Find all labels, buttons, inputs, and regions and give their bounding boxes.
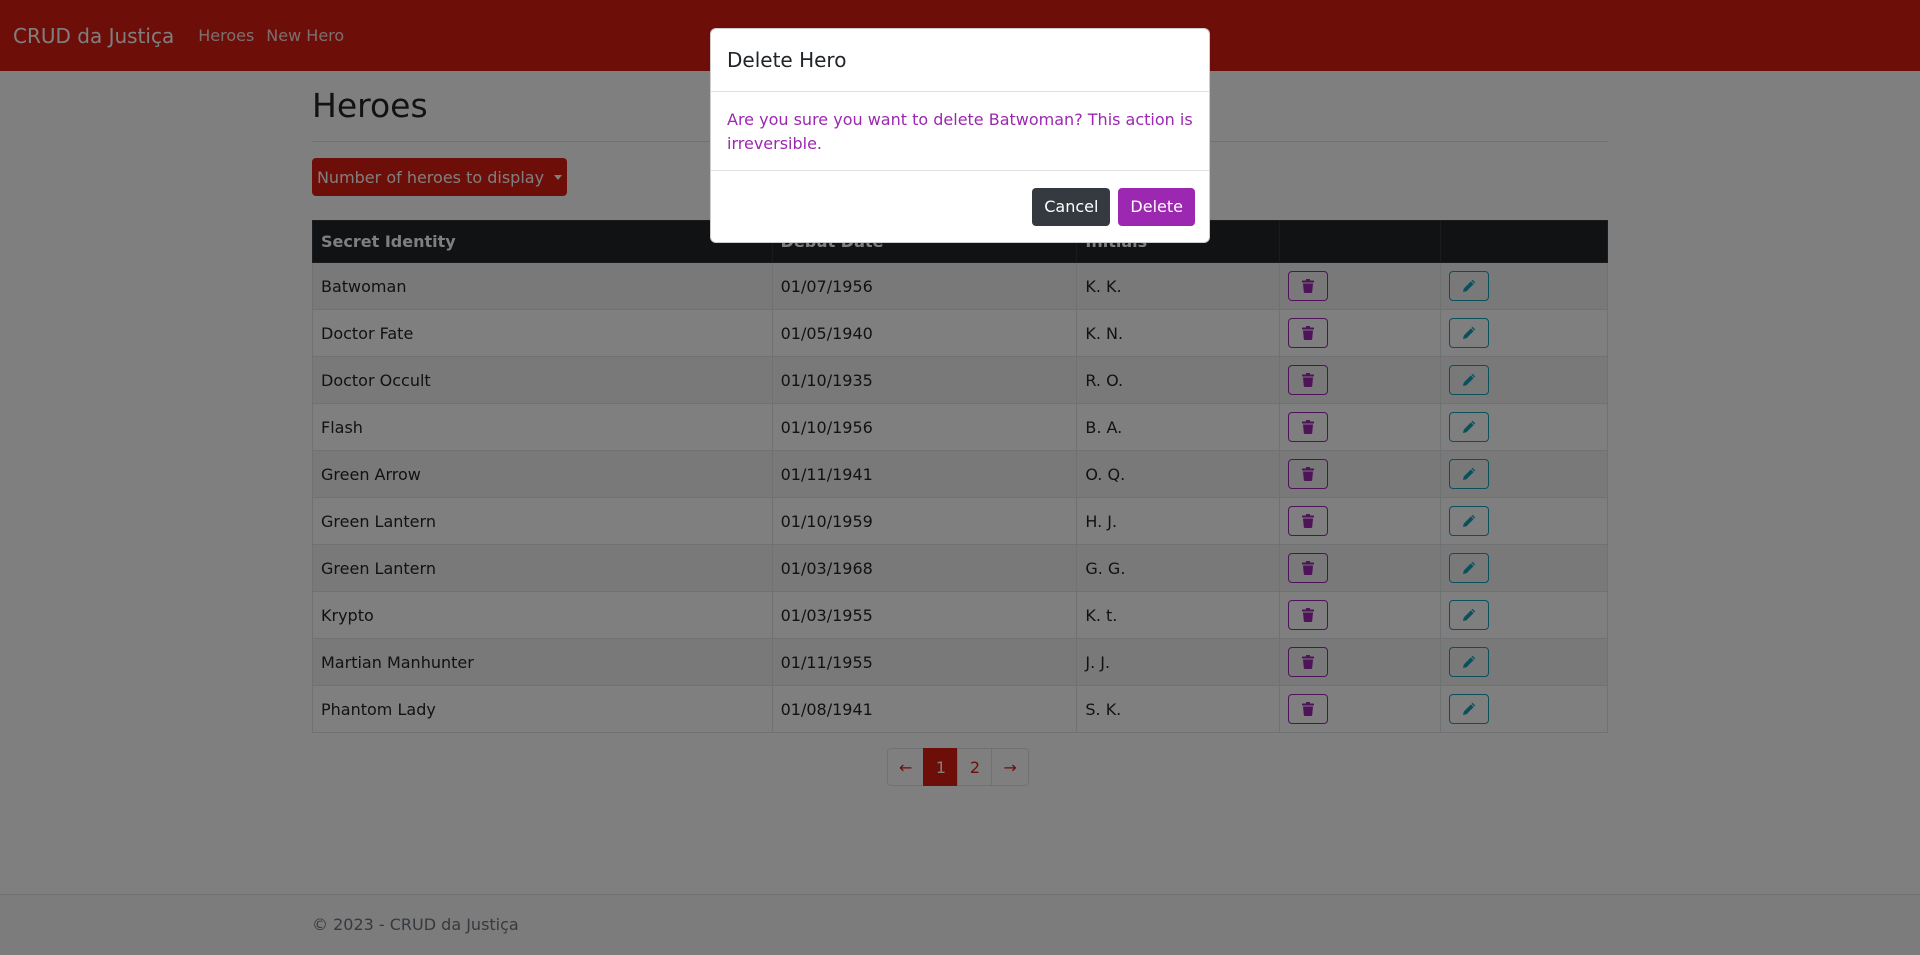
confirm-delete-button[interactable]: Delete	[1118, 187, 1195, 226]
delete-hero-modal: Delete Hero Are you sure you want to del…	[710, 28, 1210, 243]
cancel-button[interactable]: Cancel	[1032, 187, 1111, 226]
modal-footer: Cancel Delete	[711, 171, 1209, 242]
modal-title: Delete Hero	[727, 48, 847, 72]
modal-message: Are you sure you want to delete Batwoman…	[727, 110, 1193, 153]
modal-body: Are you sure you want to delete Batwoman…	[711, 92, 1209, 171]
modal-header: Delete Hero	[711, 29, 1209, 92]
